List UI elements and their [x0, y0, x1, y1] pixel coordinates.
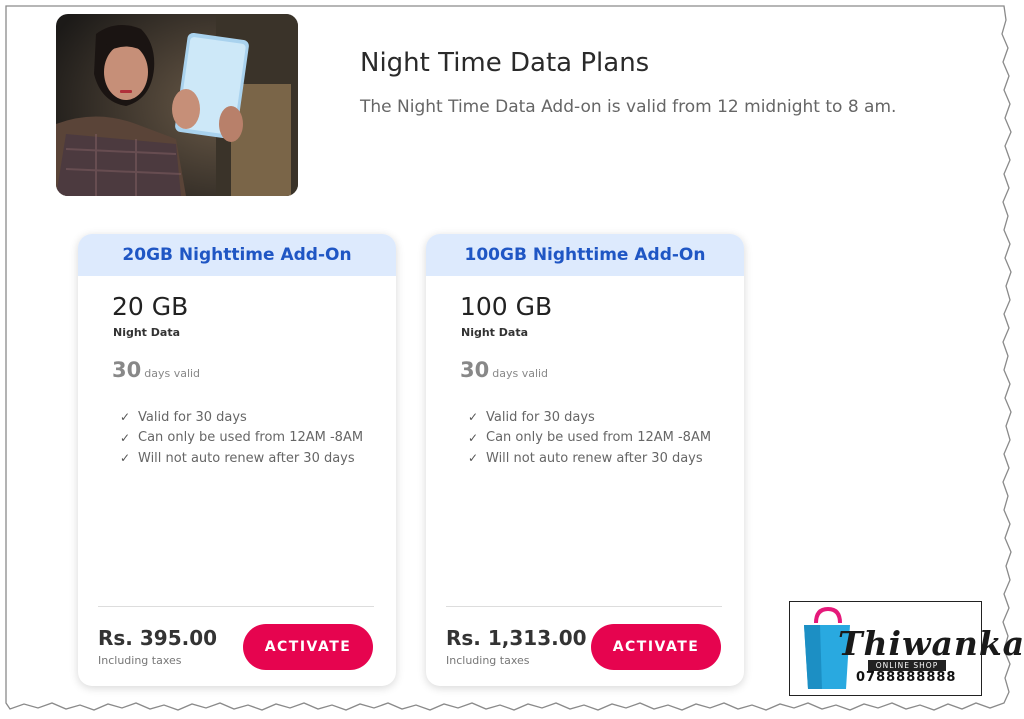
plan-data-size: 100 GB: [460, 292, 553, 321]
plan-card-20gb: 20GB Nighttime Add-On 20 GB Night Data 3…: [78, 234, 396, 686]
plan-validity-label: days valid: [144, 367, 201, 380]
plan-feature-list: ✓ Valid for 30 days ✓ Can only be used fro…: [468, 407, 711, 469]
plan-feature-text: Will not auto renew after 30 days: [486, 450, 703, 466]
plan-tax-note: Including taxes: [446, 654, 530, 667]
hero-photo-woman-with-tablet: [56, 14, 298, 196]
check-icon: ✓: [120, 430, 131, 445]
plan-feature: ✓ Valid for 30 days: [120, 407, 363, 428]
check-icon: ✓: [468, 430, 479, 445]
page-subtitle: The Night Time Data Add-on is valid from…: [360, 97, 897, 117]
plan-feature-text: Can only be used from 12AM -8AM: [486, 430, 712, 446]
plan-data-size-label: Night Data: [461, 326, 529, 339]
plan-feature: ✓ Will not auto renew after 30 days: [120, 448, 363, 469]
woman-with-tablet-image: [56, 14, 298, 196]
watermark-logo-text: Thiwanka.lk: [838, 624, 1024, 663]
plan-feature-text: Will not auto renew after 30 days: [138, 450, 355, 466]
plan-feature-text: Can only be used from 12AM -8AM: [138, 430, 364, 446]
plan-validity-label: days valid: [492, 367, 549, 380]
plan-divider: [98, 606, 374, 607]
activate-button[interactable]: ACTIVATE: [243, 624, 373, 670]
plan-validity-days: 30: [112, 358, 142, 382]
check-icon: ✓: [120, 451, 131, 466]
plan-card-100gb: 100GB Nighttime Add-On 100 GB Night Data…: [426, 234, 744, 686]
plan-feature: ✓ Valid for 30 days: [468, 407, 711, 428]
plan-feature: ✓ Can only be used from 12AM -8AM: [120, 428, 363, 449]
plan-validity: 30 days valid: [460, 358, 548, 382]
page-title: Night Time Data Plans: [360, 48, 650, 78]
watermark-phone: 0788888888: [856, 670, 957, 685]
plan-data-size-label: Night Data: [113, 326, 181, 339]
check-icon: ✓: [468, 451, 479, 466]
plan-tax-note: Including taxes: [98, 654, 182, 667]
plan-price: Rs. 395.00: [98, 626, 218, 650]
plan-price: Rs. 1,313.00: [446, 626, 587, 650]
plan-name: 100GB Nighttime Add-On: [426, 234, 744, 276]
plan-data-size: 20 GB: [112, 292, 189, 321]
activate-button[interactable]: ACTIVATE: [591, 624, 721, 670]
plan-feature: ✓ Can only be used from 12AM -8AM: [468, 428, 711, 449]
plan-feature-text: Valid for 30 days: [486, 409, 595, 425]
plan-feature-list: ✓ Valid for 30 days ✓ Can only be used fro…: [120, 407, 363, 469]
watermark-logo: Thiwanka.lk ONLINE SHOP 0788888888: [789, 601, 1024, 696]
check-icon: ✓: [468, 410, 479, 425]
plan-name: 20GB Nighttime Add-On: [78, 234, 396, 276]
plan-divider: [446, 606, 722, 607]
plan-feature-text: Valid for 30 days: [138, 409, 247, 425]
plan-validity: 30 days valid: [112, 358, 200, 382]
plan-validity-days: 30: [460, 358, 490, 382]
plan-feature: ✓ Will not auto renew after 30 days: [468, 448, 711, 469]
check-icon: ✓: [120, 410, 131, 425]
